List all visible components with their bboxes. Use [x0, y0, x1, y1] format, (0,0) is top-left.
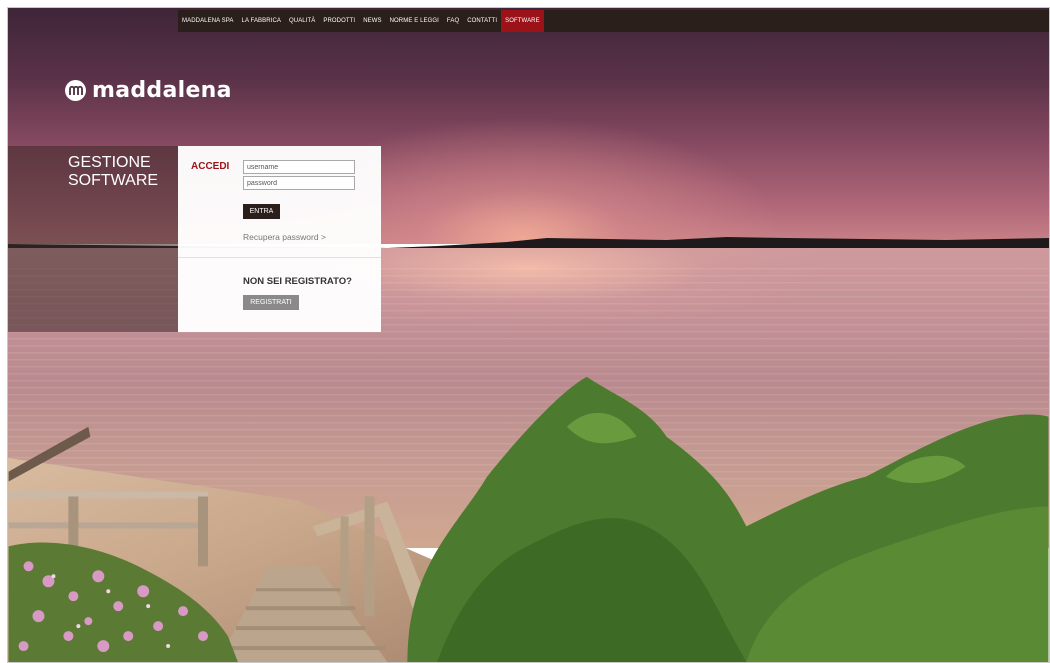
recover-password-link[interactable]: Recupera password > — [243, 232, 326, 242]
panel-divider — [178, 257, 381, 258]
nav-item-faq[interactable]: FAQ — [443, 10, 463, 32]
nav-item-news[interactable]: NEWS — [359, 10, 385, 32]
login-heading: ACCEDI — [191, 161, 230, 172]
background-foliage — [8, 376, 1049, 662]
section-title-line1: GESTIONE — [68, 154, 151, 171]
nav-item-contatti[interactable]: CONTATTI — [463, 10, 501, 32]
brand-wordmark: maddalena — [92, 78, 232, 103]
register-heading: NON SEI REGISTRATO? — [243, 276, 352, 287]
nav-item-norme-e-leggi[interactable]: NORME E LEGGI — [386, 10, 443, 32]
nav-item-qualita[interactable]: QUALITÀ — [285, 10, 319, 32]
password-input[interactable] — [243, 176, 355, 190]
login-panel: ACCEDI ENTRA Recupera password > NON SEI… — [178, 146, 381, 332]
nav-item-prodotti[interactable]: PRODOTTI — [319, 10, 359, 32]
page-frame: MADDALENA SPA LA FABBRICA QUALITÀ PRODOT… — [7, 7, 1050, 663]
section-title: GESTIONE SOFTWARE — [68, 154, 168, 190]
register-button[interactable]: REGISTRATI — [243, 295, 299, 310]
username-input[interactable] — [243, 160, 355, 174]
section-title-line2: SOFTWARE — [68, 172, 159, 189]
brand-logo[interactable]: maddalena — [65, 78, 232, 103]
nav-item-software[interactable]: SOFTWARE — [501, 10, 544, 32]
nav-item-la-fabbrica[interactable]: LA FABBRICA — [238, 10, 285, 32]
maddalena-logo-icon — [65, 80, 86, 101]
nav-item-maddalena-spa[interactable]: MADDALENA SPA — [178, 10, 238, 32]
login-button[interactable]: ENTRA — [243, 204, 280, 219]
top-navigation: MADDALENA SPA LA FABBRICA QUALITÀ PRODOT… — [178, 10, 1049, 32]
section-band: GESTIONE SOFTWARE — [8, 146, 178, 332]
